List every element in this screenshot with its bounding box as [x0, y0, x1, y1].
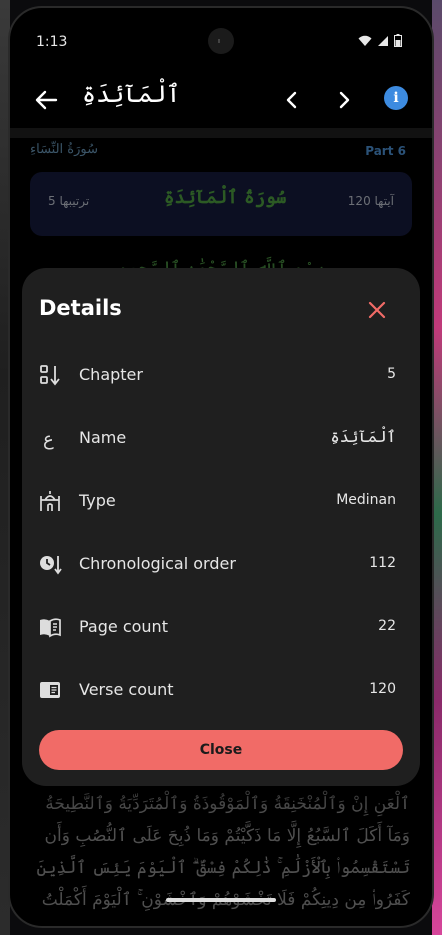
- svg-text:ع: ع: [43, 429, 54, 450]
- open-book-icon: [40, 618, 61, 638]
- arabic-letter-icon: ع: [43, 429, 54, 450]
- chevron-right-icon[interactable]: [332, 86, 356, 114]
- clock-order-icon: [40, 556, 62, 575]
- detail-row-page-count: Page count 22: [22, 605, 420, 649]
- battery-icon: [394, 34, 402, 47]
- app-bar: ٱلْمَآئِدَةِ i: [10, 74, 432, 128]
- verse-line: تَسْتَقْسِمُوا۟ بِٱلْأَزْلَٰمِ ۚ ذَٰلِكُ…: [36, 858, 410, 878]
- back-arrow-icon[interactable]: [32, 86, 60, 114]
- detail-value: Medinan: [336, 492, 396, 508]
- wifi-icon: [358, 35, 372, 46]
- info-icon[interactable]: i: [384, 86, 408, 110]
- detail-row-chapter: Chapter 5: [22, 353, 420, 397]
- signal-icon: [378, 35, 388, 46]
- surah-order: ترتيبها 5: [48, 194, 90, 208]
- camera-cutout: [208, 28, 234, 54]
- detail-label: Chapter: [79, 365, 143, 384]
- status-bar: 1:13: [10, 8, 432, 72]
- status-time: 1:13: [36, 34, 68, 50]
- detail-value: 22: [378, 618, 396, 634]
- detail-label: Page count: [79, 617, 168, 636]
- close-icon[interactable]: [365, 298, 389, 322]
- detail-value: 112: [369, 555, 396, 571]
- verse-line: وَمَآ أَكَلَ ٱلسَّبُعُ إِلَّا مَا ذَكَّي…: [44, 826, 410, 846]
- detail-value: ٱلْمَآئِدَةِ: [330, 427, 396, 446]
- detail-row-chronological-order: Chronological order 112: [22, 542, 420, 586]
- detail-value: 120: [369, 681, 396, 697]
- phone-screen: 1:13 ٱلْمَآئِدَةِ i سُورَةُ النِّسَاءِ P…: [8, 6, 434, 928]
- part-label: Part 6: [365, 144, 406, 158]
- detail-label: Name: [79, 428, 127, 447]
- chapter-number-icon: [40, 365, 60, 386]
- detail-label: Chronological order: [79, 554, 236, 573]
- dialog-title: Details: [39, 296, 122, 320]
- verse-text: ٱلْعَنِ إِنْ وَٱلْمُنْخَنِقَةُ وَٱلْمَوْ…: [36, 788, 410, 916]
- divider: [10, 128, 432, 138]
- mosque-icon: [40, 491, 60, 511]
- surah-name: سُورَةُ ٱلْمَآئِدَةِ: [164, 187, 287, 208]
- details-dialog: Details Chapter 5 ع Name ٱلْمَآئِدَةِ Ty…: [22, 268, 420, 786]
- detail-row-name: ع Name ٱلْمَآئِدَةِ: [22, 416, 420, 460]
- detail-row-type: Type Medinan: [22, 479, 420, 523]
- verse-line: ٱلْعَنِ إِنْ وَٱلْمُنْخَنِقَةُ وَٱلْمَوْ…: [45, 794, 410, 814]
- detail-value: 5: [387, 366, 396, 382]
- system-icons: [358, 34, 402, 47]
- previous-surah-label[interactable]: سُورَةُ النِّسَاءِ: [30, 142, 98, 157]
- page-title: ٱلْمَآئِدَةِ: [82, 80, 181, 108]
- detail-label: Verse count: [79, 680, 174, 699]
- detail-label: Type: [79, 491, 116, 510]
- surah-header-card: ترتيبها 5 سُورَةُ ٱلْمَآئِدَةِ آيتها 120: [30, 172, 412, 236]
- gesture-home-bar[interactable]: [166, 898, 276, 902]
- surah-verse-count: آيتها 120: [347, 194, 394, 208]
- chevron-left-icon[interactable]: [280, 86, 304, 114]
- detail-row-verse-count: Verse count 120: [22, 668, 420, 712]
- close-button[interactable]: Close: [39, 730, 403, 770]
- verse-card-icon: [40, 682, 60, 698]
